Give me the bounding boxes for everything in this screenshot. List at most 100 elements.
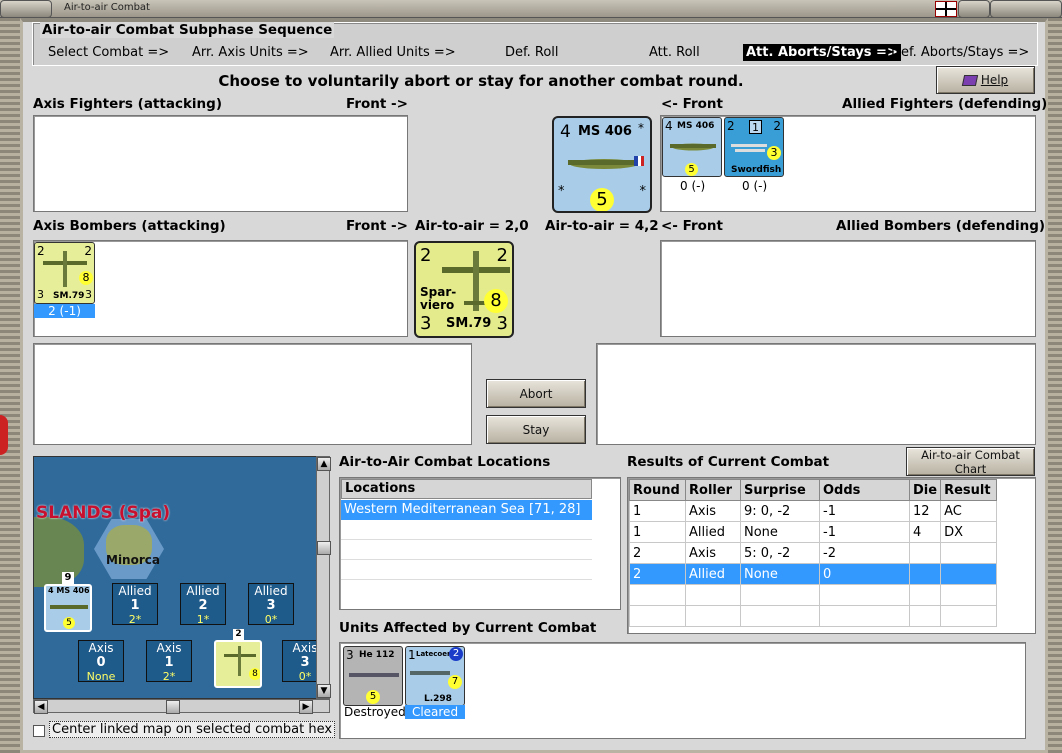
- allied-zone-3[interactable]: Allied 3 0*: [248, 583, 294, 626]
- sm79-small-counter[interactable]: 2 2 8 3 SM.79 3: [34, 242, 95, 304]
- cell: 5: 0, -2: [740, 542, 820, 564]
- island-shape: [34, 517, 84, 587]
- sm79-large-badge: 8: [484, 289, 508, 313]
- scroll-down-icon[interactable]: ▼: [317, 684, 331, 698]
- sm79-large-counter[interactable]: 2 2 Spar- viero 8 3 SM.79 3: [414, 241, 514, 338]
- map-vertical-scrollbar[interactable]: ▲ ▼: [316, 456, 331, 699]
- locations-list[interactable]: Locations Western Mediterranean Sea [71,…: [339, 477, 621, 610]
- results-header-row: Round Roller Surprise Odds Die Result: [629, 479, 998, 501]
- ms406-large-counter[interactable]: 4 MS 406 * * * 5: [552, 116, 652, 213]
- minimize-button[interactable]: [0, 0, 52, 18]
- table-row[interactable]: 2 Axis 5: 0, -2 -2: [629, 542, 998, 564]
- sm79-small-bl: 3: [37, 288, 44, 301]
- window-title: Air-to-air Combat: [64, 2, 150, 13]
- location-row-empty: [341, 520, 592, 540]
- minorca-label: Minorca: [106, 553, 160, 567]
- sm79-large-name: SM.79: [446, 316, 492, 331]
- scroll-left-icon[interactable]: ◀: [34, 700, 48, 714]
- map-sm79-counter[interactable]: 8: [214, 640, 262, 688]
- col-die: Die: [908, 479, 942, 501]
- help-label: Help: [980, 73, 1009, 87]
- front-right-label-2: Front ->: [346, 218, 408, 234]
- allied-zone-3-side: Allied: [254, 584, 288, 598]
- stay-button[interactable]: Stay: [486, 415, 586, 444]
- cell: 9: 0, -2: [740, 500, 820, 522]
- combat-chart-button[interactable]: Air-to-air Combat Chart: [906, 447, 1035, 476]
- sm79-large-label1: Spar-: [420, 285, 457, 299]
- title-bar: Air-to-air Combat: [0, 0, 1062, 18]
- scroll-right-icon[interactable]: ▶: [299, 700, 313, 714]
- locations-header: Locations: [341, 479, 592, 499]
- latecoere-attack: 1: [408, 648, 416, 662]
- results-panel[interactable]: Round Roller Surprise Odds Die Result 1A…: [627, 477, 1036, 634]
- results-table: Round Roller Surprise Odds Die Result 1A…: [629, 479, 998, 627]
- right-window-edge: [1048, 18, 1062, 753]
- cell: [940, 542, 998, 564]
- ms406-attack: 4: [560, 122, 571, 142]
- instruction-text: Choose to voluntarily abort or stay for …: [218, 72, 744, 90]
- table-row[interactable]: 1 Axis 9: 0, -2 -1 12 AC: [629, 500, 998, 522]
- ms406-plane-icon: [568, 156, 644, 169]
- cell: -1: [819, 500, 910, 522]
- help-button[interactable]: Help: [936, 66, 1035, 94]
- he112-status: Destroyed: [344, 705, 406, 719]
- map-hscroll-thumb[interactable]: [166, 700, 180, 714]
- ms406-small-counter[interactable]: 4 MS 406 5: [662, 117, 722, 177]
- flag-button[interactable]: [958, 0, 990, 18]
- he112-counter[interactable]: 3 He 112 5: [343, 646, 403, 706]
- cell: -2: [819, 542, 910, 564]
- location-row-selected[interactable]: Western Mediterranean Sea [71, 28]: [341, 500, 592, 520]
- cell: 2: [629, 563, 686, 585]
- col-result: Result: [940, 479, 998, 501]
- axis-zone-1[interactable]: Axis 1 2*: [146, 640, 192, 683]
- map-horizontal-scrollbar[interactable]: ◀ ▶: [33, 699, 330, 714]
- abort-button[interactable]: Abort: [486, 379, 586, 408]
- linked-map[interactable]: SLANDS (Spa) Minorca 9 4 MS 406 5 Allied…: [33, 456, 317, 699]
- step-select-combat: Select Combat =>: [48, 45, 170, 60]
- cell: DX: [940, 521, 998, 543]
- scroll-up-icon[interactable]: ▲: [317, 457, 331, 471]
- allied-bombers-label: Allied Bombers (defending): [836, 218, 1046, 234]
- map-vscroll-thumb[interactable]: [317, 541, 331, 555]
- axis-zone-1-side: Axis: [156, 641, 182, 655]
- step-arr-allied: Arr. Allied Units =>: [330, 45, 456, 60]
- allied-bombers-panel[interactable]: [660, 240, 1036, 337]
- map-ms406-badge: 5: [63, 617, 75, 629]
- axis-info-panel: [33, 343, 472, 445]
- axis-fighters-panel[interactable]: [33, 115, 408, 212]
- axis-zone-0[interactable]: Axis 0 None: [78, 640, 124, 683]
- allied-zone-2[interactable]: Allied 2 1*: [180, 583, 226, 626]
- allied-air-to-air: Air-to-air = 4,2: [545, 218, 659, 234]
- table-row[interactable]: 1 Allied None -1 4 DX: [629, 521, 998, 543]
- col-odds: Odds: [819, 479, 910, 501]
- col-round: Round: [629, 479, 686, 501]
- front-left-label: <- Front: [661, 96, 723, 112]
- latecoere-counter[interactable]: 1 Latecoere 2 7 L.298: [405, 646, 465, 706]
- swordfish-right: 2: [773, 119, 781, 133]
- help-book-icon: [961, 74, 978, 86]
- stack2-count: 2: [233, 629, 244, 640]
- front-left-label-2: <- Front: [661, 218, 723, 234]
- locations-title: Air-to-Air Combat Locations: [339, 454, 551, 470]
- axis-zone-1-num: 1: [164, 655, 174, 670]
- cell: 1: [629, 521, 686, 543]
- axis-zone-3[interactable]: Axis 3 0*: [282, 640, 316, 683]
- latecoere-count-badge: 2: [449, 647, 463, 661]
- swordfish-name: Swordfish: [731, 165, 782, 175]
- allied-zone-1[interactable]: Allied 1 2*: [112, 583, 158, 626]
- sm79-small-status: 2 (-1): [34, 304, 95, 318]
- swordfish-counter[interactable]: 2 1 2 3 Swordfish: [724, 117, 784, 177]
- center-map-label[interactable]: Center linked map on selected combat hex: [49, 721, 336, 738]
- axis-bombers-label: Axis Bombers (attacking): [33, 218, 226, 234]
- col-surprise: Surprise: [740, 479, 820, 501]
- step-att-roll: Att. Roll: [649, 45, 700, 60]
- table-row-selected[interactable]: 2 Allied None 0: [629, 563, 998, 585]
- ms406-small-status: 0 (-): [680, 179, 706, 193]
- center-map-checkbox[interactable]: [33, 725, 45, 737]
- sm79-large-tl: 2: [420, 245, 432, 266]
- cell: [940, 563, 998, 585]
- close-button[interactable]: [990, 0, 1062, 18]
- map-ms406-counter[interactable]: 4 MS 406 5: [44, 584, 92, 632]
- axis-zone-0-sub: None: [86, 670, 116, 683]
- stack-count: 9: [62, 572, 74, 584]
